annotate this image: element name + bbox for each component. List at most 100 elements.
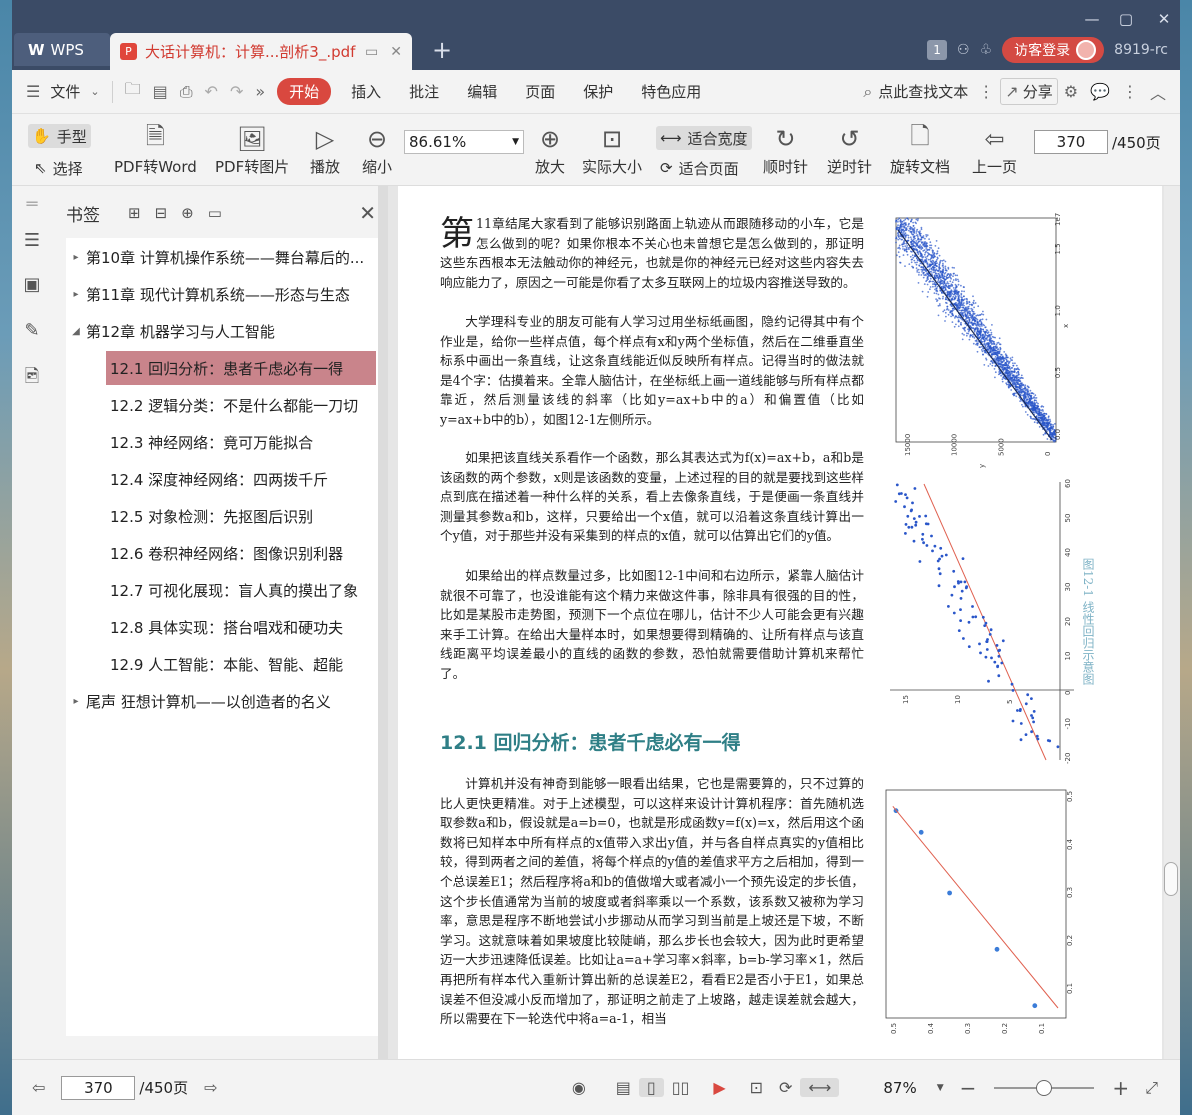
zoom-slider-knob[interactable] <box>1036 1079 1053 1096</box>
fit-page-button[interactable]: ⟳ 适合页面 <box>656 156 743 180</box>
save-icon[interactable]: ▤ <box>147 82 174 101</box>
play-icon[interactable]: ▶ <box>705 1078 733 1097</box>
settings-icon[interactable]: ⚙ <box>1058 82 1084 101</box>
bookmark-item[interactable]: ▸ 第11章 现代计算机系统——形态与生态 <box>66 277 370 311</box>
image-extract-icon[interactable]: 🖻 <box>21 364 43 387</box>
minimize-icon[interactable]: — <box>1080 10 1104 28</box>
caret-right-icon[interactable]: ▸ <box>66 696 86 707</box>
bookmark-item[interactable]: ▸ 尾声 狂想计算机——以创造者的名义 <box>66 684 370 718</box>
pdf-to-image-button[interactable]: 🖼 PDF转图片 <box>215 122 289 177</box>
visitor-login-button[interactable]: 访客登录 <box>1002 37 1105 63</box>
arrow-right-icon[interactable]: ⇨ <box>196 1078 225 1097</box>
expand-all-icon[interactable]: ⊞ <box>128 204 141 222</box>
open-folder-icon[interactable]: 🗀 <box>119 78 147 105</box>
bookmark-item[interactable]: 12.1 回归分析：患者千虑必有一得 <box>106 351 376 385</box>
zoom-slider[interactable] <box>994 1079 1095 1096</box>
more-icon[interactable]: » <box>249 82 271 101</box>
outline-icon[interactable]: ☰ <box>21 230 43 252</box>
chevron-down-icon[interactable]: ⌄ <box>84 85 105 98</box>
caret-right-icon[interactable]: ▸ <box>66 289 86 300</box>
bookmark-item[interactable]: 12.6 卷积神经网络：图像识别利器 <box>106 536 376 570</box>
restore-icon[interactable]: ▢ <box>1114 10 1138 28</box>
redo-icon[interactable]: ↷ <box>224 82 249 101</box>
eye-icon[interactable]: ◉ <box>564 1078 594 1097</box>
collapse-all-icon[interactable]: ⊟ <box>155 204 168 222</box>
scrollbar-thumb[interactable] <box>1164 862 1178 896</box>
rotate-ccw-button[interactable]: ↺ 逆时针 <box>827 122 872 177</box>
collapse-ribbon-icon[interactable]: ︿ <box>1144 80 1180 104</box>
tab-features[interactable]: 特色应用 <box>627 81 715 102</box>
actual-size-button[interactable]: ⊡ 实际大小 <box>582 122 642 177</box>
continuous-page-icon[interactable]: ▤ <box>608 1078 639 1097</box>
zoom-select[interactable]: 86.61% ▼ <box>404 130 524 154</box>
tab-start[interactable]: 开始 <box>277 78 332 105</box>
fit-page-icon[interactable]: ⟳ <box>771 1078 800 1097</box>
panel-scrollbar[interactable] <box>378 186 388 1059</box>
undo-icon[interactable]: ↶ <box>199 82 224 101</box>
bookmark-item[interactable]: 12.2 逻辑分类：不是什么都能一刀切 <box>106 388 376 422</box>
fullscreen-icon[interactable]: ⤢ <box>1137 1078 1166 1098</box>
chevron-down-icon[interactable]: ▼ <box>929 1083 952 1093</box>
search-text-button[interactable]: 点此查找文本 <box>878 81 972 102</box>
more-options-icon[interactable]: ⋮ <box>1116 82 1144 101</box>
vertical-dots-icon[interactable]: ⋮ <box>972 82 1000 101</box>
bookmark-item[interactable]: 12.9 人工智能：本能、智能、超能 <box>106 647 376 681</box>
arrow-left-icon[interactable]: ⇦ <box>24 1078 53 1097</box>
bookmark-item[interactable]: 12.3 神经网络：竟可万能拟合 <box>106 425 376 459</box>
fit-width-button[interactable]: ⟷ 适合宽度 <box>656 126 752 150</box>
bookmark-item[interactable]: 12.7 可视化展现：盲人真的摸出了象 <box>106 573 376 607</box>
double-page-icon[interactable]: ▯▯ <box>664 1078 698 1097</box>
hand-tool-button[interactable]: ✋ 手型 <box>28 124 91 148</box>
tab-edit[interactable]: 编辑 <box>453 81 511 102</box>
close-icon[interactable]: ✕ <box>1152 10 1176 28</box>
bookmark-item[interactable]: 12.8 具体实现：搭台唱戏和硬功夫 <box>106 610 376 644</box>
bookmark-options-icon[interactable]: ▭ <box>208 204 222 222</box>
window-count-badge[interactable]: 1 <box>927 40 948 60</box>
close-icon[interactable]: ✕ <box>359 201 376 225</box>
play-button[interactable]: ▷ 播放 <box>310 122 340 177</box>
hamburger-icon[interactable]: ☰ <box>12 82 46 101</box>
annotation-icon[interactable]: ✎ <box>21 320 43 342</box>
document-scrollbar[interactable] <box>1164 186 1180 1059</box>
fit-width-icon[interactable]: ⟷ <box>800 1078 840 1097</box>
print-icon[interactable]: ⎙ <box>174 82 199 102</box>
zoom-in-button[interactable]: ⊕ 放大 <box>535 122 565 177</box>
bookmark-item[interactable]: ◢ 第12章 机器学习与人工智能 <box>66 314 370 348</box>
bookmark-item[interactable]: 12.4 深度神经网络：四两拨千斤 <box>106 462 376 496</box>
thumbnail-icon[interactable]: ▣ <box>21 274 43 296</box>
tab-display-icon[interactable]: ▭ <box>365 44 378 60</box>
bookmark-item[interactable]: ▸ 第10章 计算机操作系统——舞台幕后的... <box>66 240 370 274</box>
page-number-input[interactable]: 370 <box>1034 130 1108 154</box>
pdf-to-word-button[interactable]: 🗎 PDF转Word <box>114 122 197 177</box>
tab-protect[interactable]: 保护 <box>569 81 627 102</box>
tab-page[interactable]: 页面 <box>511 81 569 102</box>
bookmark-item[interactable]: 12.5 对象检测：先抠图后识别 <box>106 499 376 533</box>
drag-handle-icon[interactable]: ═ <box>21 194 43 216</box>
tab-wps-home[interactable]: W WPS <box>14 33 110 66</box>
skin-icon[interactable]: ⚇ <box>957 42 970 58</box>
caret-right-icon[interactable]: ▸ <box>66 252 86 263</box>
tab-close-icon[interactable]: ✕ <box>390 44 402 60</box>
add-bookmark-icon[interactable]: ⊕ <box>181 204 194 222</box>
tab-insert[interactable]: 插入 <box>337 81 395 102</box>
single-page-icon[interactable]: ▯ <box>638 1078 664 1097</box>
tab-annotate[interactable]: 批注 <box>395 81 453 102</box>
new-tab-button[interactable]: + <box>432 36 452 64</box>
select-tool-button[interactable]: ⇖ 选择 <box>30 156 87 180</box>
actual-size-icon[interactable]: ⊡ <box>742 1078 771 1097</box>
status-page-input[interactable]: 370 <box>61 1075 136 1100</box>
shirt-icon[interactable]: ♧ <box>980 42 993 58</box>
share-icon[interactable]: ↗ 分享 <box>1000 78 1058 105</box>
search-icon[interactable]: ⌕ <box>857 82 878 102</box>
rotate-document-button[interactable]: 🗋 旋转文档 <box>890 122 950 177</box>
zoom-out-icon[interactable]: − <box>952 1076 985 1100</box>
comment-icon[interactable]: 💬 <box>1084 82 1116 101</box>
caret-down-icon[interactable]: ◢ <box>66 326 86 337</box>
zoom-out-button[interactable]: ⊖ 缩小 <box>362 122 392 177</box>
tab-document[interactable]: P 大话计算机：计算...剖析3_.pdf ▭ ✕ <box>110 33 412 70</box>
zoom-in-icon[interactable]: + <box>1104 1076 1137 1100</box>
prev-page-button[interactable]: ⇦ 上一页 <box>972 122 1017 177</box>
zoom-percent[interactable]: 87% <box>883 1079 916 1097</box>
file-menu[interactable]: 文件 <box>46 81 84 102</box>
rotate-cw-button[interactable]: ↻ 顺时针 <box>763 122 808 177</box>
